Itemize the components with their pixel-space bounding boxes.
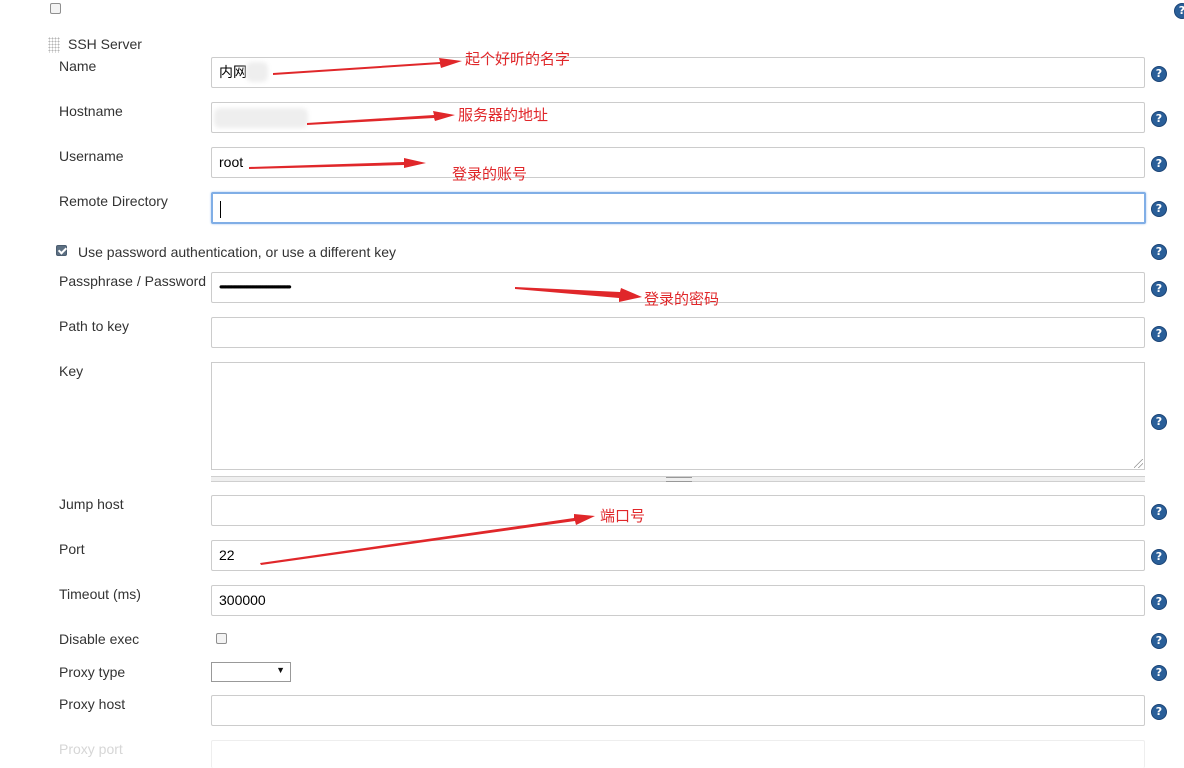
username-input[interactable]: root bbox=[211, 147, 1145, 178]
disable-exec-checkbox[interactable] bbox=[216, 633, 227, 644]
hostname-input[interactable] bbox=[211, 102, 1145, 133]
use-password-label: Use password authentication, or use a di… bbox=[78, 244, 397, 260]
help-icon[interactable]: ? bbox=[1151, 633, 1167, 649]
help-icon[interactable]: ? bbox=[1151, 504, 1167, 520]
passphrase-value: ••••••••••••••••••••••••••••••••••••••••… bbox=[219, 280, 292, 294]
proxy-host-input[interactable] bbox=[211, 695, 1145, 726]
annotation-port-note: 端口号 bbox=[600, 507, 646, 525]
help-icon[interactable]: ? bbox=[1174, 3, 1184, 19]
proxy-port-label: Proxy port bbox=[59, 741, 123, 757]
key-label: Key bbox=[59, 363, 84, 379]
disable-exec-label: Disable exec bbox=[59, 631, 140, 647]
annotation-username-note: 登录的账号 bbox=[452, 165, 528, 183]
help-icon[interactable]: ? bbox=[1151, 326, 1167, 342]
redacted-blur bbox=[214, 108, 308, 128]
port-input[interactable]: 22 bbox=[211, 540, 1145, 571]
resize-grip-icon[interactable] bbox=[666, 477, 692, 482]
name-value: 内网 bbox=[219, 64, 247, 80]
proxy-port-input[interactable] bbox=[211, 740, 1145, 768]
dropdown-arrow-icon: ▼ bbox=[276, 665, 285, 675]
proxy-type-label: Proxy type bbox=[59, 664, 126, 680]
help-icon[interactable]: ? bbox=[1151, 281, 1167, 297]
annotation-hostname-note: 服务器的地址 bbox=[458, 106, 549, 124]
path-to-key-input[interactable] bbox=[211, 317, 1145, 348]
annotation-name-note: 起个好听的名字 bbox=[465, 50, 571, 68]
key-textarea[interactable] bbox=[211, 362, 1145, 470]
path-to-key-label: Path to key bbox=[59, 318, 130, 334]
resize-corner-icon[interactable] bbox=[1134, 459, 1143, 468]
remote-directory-input[interactable] bbox=[211, 192, 1146, 224]
jump-host-label: Jump host bbox=[59, 496, 124, 512]
help-icon[interactable]: ? bbox=[1151, 244, 1167, 260]
help-icon[interactable]: ? bbox=[1151, 156, 1167, 172]
username-label: Username bbox=[59, 148, 124, 164]
proxy-host-label: Proxy host bbox=[59, 696, 126, 712]
port-value: 22 bbox=[219, 547, 235, 563]
help-icon[interactable]: ? bbox=[1151, 66, 1167, 82]
help-icon[interactable]: ? bbox=[1151, 201, 1167, 217]
drag-handle-icon[interactable] bbox=[48, 37, 60, 53]
help-icon[interactable]: ? bbox=[1151, 414, 1167, 430]
help-icon[interactable]: ? bbox=[1151, 594, 1167, 610]
port-label: Port bbox=[59, 541, 85, 557]
username-value: root bbox=[219, 154, 244, 170]
hostname-label: Hostname bbox=[59, 103, 123, 119]
passphrase-label: Passphrase / Password bbox=[59, 273, 207, 289]
ssh-server-title: SSH Server bbox=[68, 36, 142, 52]
use-password-checkbox[interactable] bbox=[56, 245, 67, 256]
jump-host-input[interactable] bbox=[211, 495, 1145, 526]
annotation-password-note: 登录的密码 bbox=[644, 290, 720, 308]
top-checkbox[interactable] bbox=[50, 3, 61, 14]
help-icon[interactable]: ? bbox=[1151, 549, 1167, 565]
help-icon[interactable]: ? bbox=[1151, 704, 1167, 720]
timeout-value: 300000 bbox=[219, 592, 266, 608]
timeout-input[interactable]: 300000 bbox=[211, 585, 1145, 616]
text-cursor bbox=[220, 200, 221, 218]
redacted-blur bbox=[246, 62, 268, 82]
help-icon[interactable]: ? bbox=[1151, 111, 1167, 127]
timeout-label: Timeout (ms) bbox=[59, 586, 141, 602]
name-label: Name bbox=[59, 58, 97, 74]
remote-directory-label: Remote Directory bbox=[59, 193, 168, 209]
help-icon[interactable]: ? bbox=[1151, 665, 1167, 681]
proxy-type-select[interactable]: ▼ bbox=[211, 662, 291, 682]
name-input[interactable]: 内网 bbox=[211, 57, 1145, 88]
